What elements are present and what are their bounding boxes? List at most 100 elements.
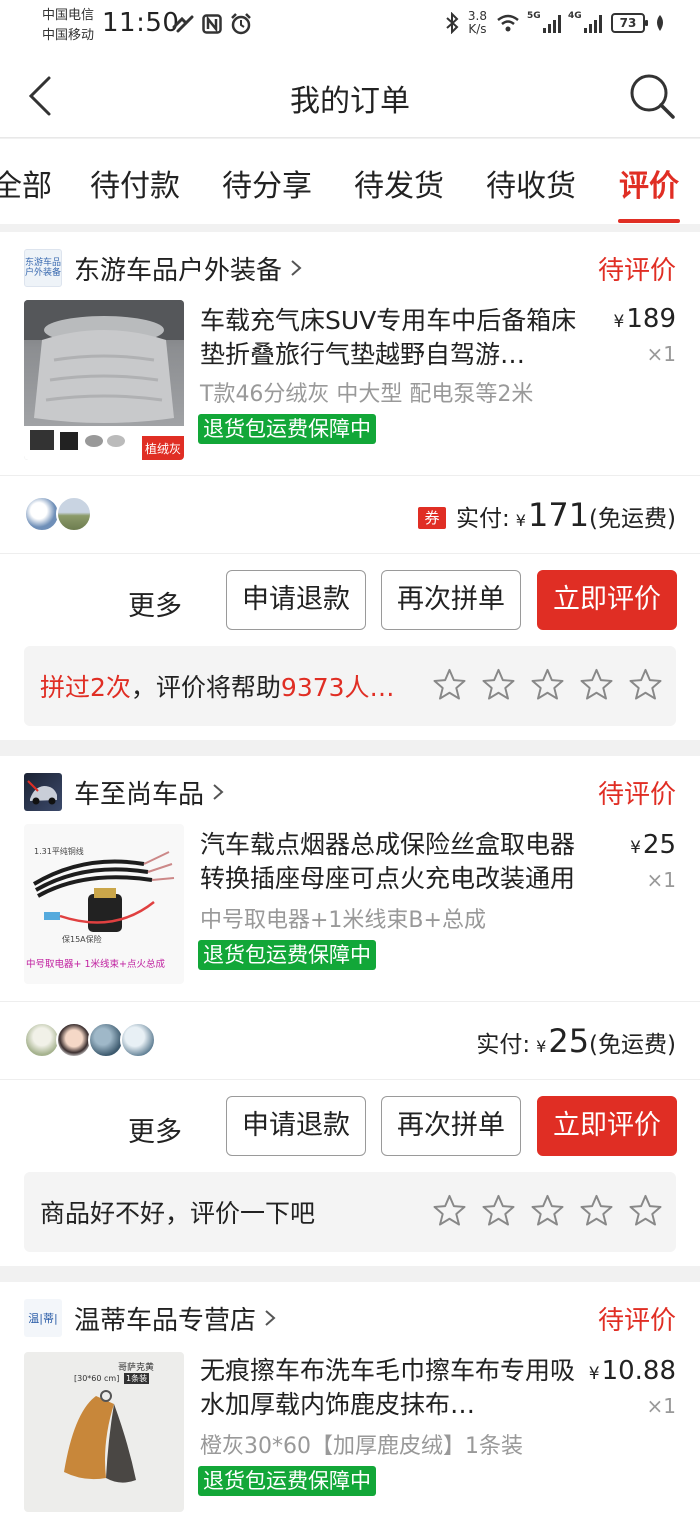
image-color-label: 植绒灰 (144, 442, 181, 456)
image-caption: 中号取电器+ 1米线束+点火总成 (26, 959, 165, 970)
avatar (120, 1022, 156, 1058)
divider (0, 553, 700, 554)
shop-logo (24, 773, 62, 811)
chevron-right-icon (291, 260, 302, 276)
order-status: 待评价 (597, 780, 676, 810)
car-logo-icon (27, 780, 57, 805)
review-now-button[interactable]: 立即评价 (537, 1096, 677, 1156)
more-button[interactable]: 更多 (128, 584, 182, 623)
avatar (56, 1022, 92, 1058)
divider (0, 1001, 700, 1002)
order-status: 待评价 (597, 1306, 676, 1336)
tab-all[interactable]: 全部 (0, 161, 52, 205)
product-spec: 中号取电器+1米线束B+总成 (200, 908, 486, 933)
image-fuse-label: 保15A保险 (62, 935, 102, 944)
star-icon[interactable] (433, 1194, 466, 1227)
review-prompt-text: 商品好不好，评价一下吧 (40, 1199, 316, 1228)
avatar (88, 1022, 124, 1058)
network-speed: 3.8 K/s (467, 9, 487, 36)
order-card: 车至尚车品 待评价 1.31平纯铜线 保15A保险 中号取电器+ 1米线束+点火… (0, 756, 700, 1266)
star-icon[interactable] (580, 668, 613, 701)
product-image[interactable]: 1.31平纯铜线 保15A保险 中号取电器+ 1米线束+点火总成 (24, 824, 184, 984)
product-price: ¥25 (630, 830, 676, 860)
star-rating (433, 1194, 662, 1227)
status-icons-left (172, 13, 252, 35)
star-icon[interactable] (482, 1194, 515, 1227)
status-bar: 中国电信 中国移动 11:50 3.8 K/s 5G 4G 73 (0, 0, 700, 54)
star-icon[interactable] (433, 668, 466, 701)
product-quantity: ×1 (646, 342, 676, 366)
clock: 11:50 (102, 8, 180, 38)
chevron-right-icon (265, 1310, 276, 1326)
review-now-button[interactable]: 立即评价 (537, 570, 677, 630)
signal-4g-icon: 4G (568, 11, 602, 33)
product-image[interactable]: 植绒灰 (24, 300, 184, 460)
review-prompt-text: 拼过2次，评价将帮助9373人… (40, 673, 395, 702)
shop-name: 温蒂车品专营店 (74, 1305, 257, 1336)
return-shipping-badge: 退货包运费保障中 (198, 940, 376, 970)
air-mattress-image (24, 300, 184, 460)
image-count-label: 1条装 (124, 1373, 150, 1384)
paid-amount: 实付: ¥ 25 (免运费) (476, 1022, 676, 1060)
bluetooth-icon (446, 12, 459, 34)
divider (0, 475, 700, 476)
product-spec: T款46分绒灰 中大型 配电泵等2米 (200, 382, 534, 407)
shop-name: 东游车品户外装备 (74, 255, 283, 286)
star-icon[interactable] (482, 668, 515, 701)
carrier-labels: 中国电信 中国移动 (42, 6, 94, 46)
shop-link[interactable]: 温|蒂| 温蒂车品专营店 (24, 1298, 276, 1338)
status-icons-right: 3.8 K/s 5G 4G 73 (445, 10, 666, 36)
coupon-badge: 券 (418, 507, 447, 529)
product-title[interactable]: 车载充气床SUV专用车中后备箱床垫折叠旅行气垫越野自驾游… (200, 304, 590, 372)
tab-pending-receipt[interactable]: 待收货 (486, 161, 576, 205)
product-title[interactable]: 无痕擦车布洗车毛巾擦车布专用吸水加厚载内饰鹿皮抹布… (200, 1354, 590, 1422)
active-tab-indicator (618, 219, 680, 223)
product-title[interactable]: 汽车载点烟器总成保险丝盒取电器转换插座母座可点火充电改装通用 (200, 828, 590, 896)
refund-button[interactable]: 申请退款 (226, 570, 366, 630)
star-icon[interactable] (629, 668, 662, 701)
product-quantity: ×1 (646, 868, 676, 892)
tab-pending-share[interactable]: 待分享 (222, 161, 312, 205)
refund-button[interactable]: 申请退款 (226, 1096, 366, 1156)
group-avatars (24, 1022, 156, 1058)
star-icon[interactable] (580, 1194, 613, 1227)
nav-header: 我的订单 (0, 54, 700, 138)
review-prompt: 商品好不好，评价一下吧 (24, 1172, 676, 1252)
star-icon[interactable] (629, 1194, 662, 1227)
order-tabs: 全部 待付款 待分享 待发货 待收货 评价 (0, 139, 700, 224)
return-shipping-badge: 退货包运费保障中 (198, 1466, 376, 1496)
avatar (24, 1022, 60, 1058)
leaf-icon (657, 15, 663, 31)
product-image[interactable]: 哥萨克黄 [30*60 cm] 1条装 (24, 1352, 184, 1512)
rebuy-button[interactable]: 再次拼单 (381, 1096, 521, 1156)
more-button[interactable]: 更多 (128, 1110, 182, 1149)
tab-pending-shipment[interactable]: 待发货 (354, 161, 444, 205)
search-icon[interactable] (628, 72, 676, 120)
shop-link[interactable]: 东游车品户外装备 东游车品户外装备 (24, 248, 302, 288)
star-icon[interactable] (531, 668, 564, 701)
product-price: ¥189 (613, 304, 676, 334)
shop-logo: 东游车品户外装备 (24, 249, 62, 287)
star-icon[interactable] (531, 1194, 564, 1227)
avatar (24, 496, 60, 532)
shop-logo: 温|蒂| (24, 1299, 62, 1337)
hotspot-icon (172, 15, 194, 33)
battery-icon: 73 (611, 13, 648, 33)
shop-link[interactable]: 车至尚车品 (24, 772, 224, 812)
image-size-label: [30*60 cm] (74, 1374, 120, 1383)
chevron-right-icon (213, 784, 224, 800)
product-price: ¥10.88 (588, 1356, 676, 1386)
wifi-icon (497, 14, 519, 32)
product-spec: 橙灰30*60【加厚鹿皮绒】1条装 (200, 1434, 523, 1459)
order-card: 温|蒂| 温蒂车品专营店 待评价 哥萨克黄 [30*60 cm] 1条装 无痕擦… (0, 1282, 700, 1516)
tab-review[interactable]: 评价 (619, 161, 679, 205)
review-prompt: 拼过2次，评价将帮助9373人… (24, 646, 676, 726)
tab-pending-payment[interactable]: 待付款 (90, 161, 180, 205)
order-status: 待评价 (597, 256, 676, 286)
group-avatars (24, 496, 92, 532)
nfc-icon (202, 14, 222, 34)
product-quantity: ×1 (646, 1394, 676, 1418)
carrier-2: 中国移动 (42, 28, 95, 43)
image-wire-label: 1.31平纯铜线 (34, 847, 84, 856)
rebuy-button[interactable]: 再次拼单 (381, 570, 521, 630)
